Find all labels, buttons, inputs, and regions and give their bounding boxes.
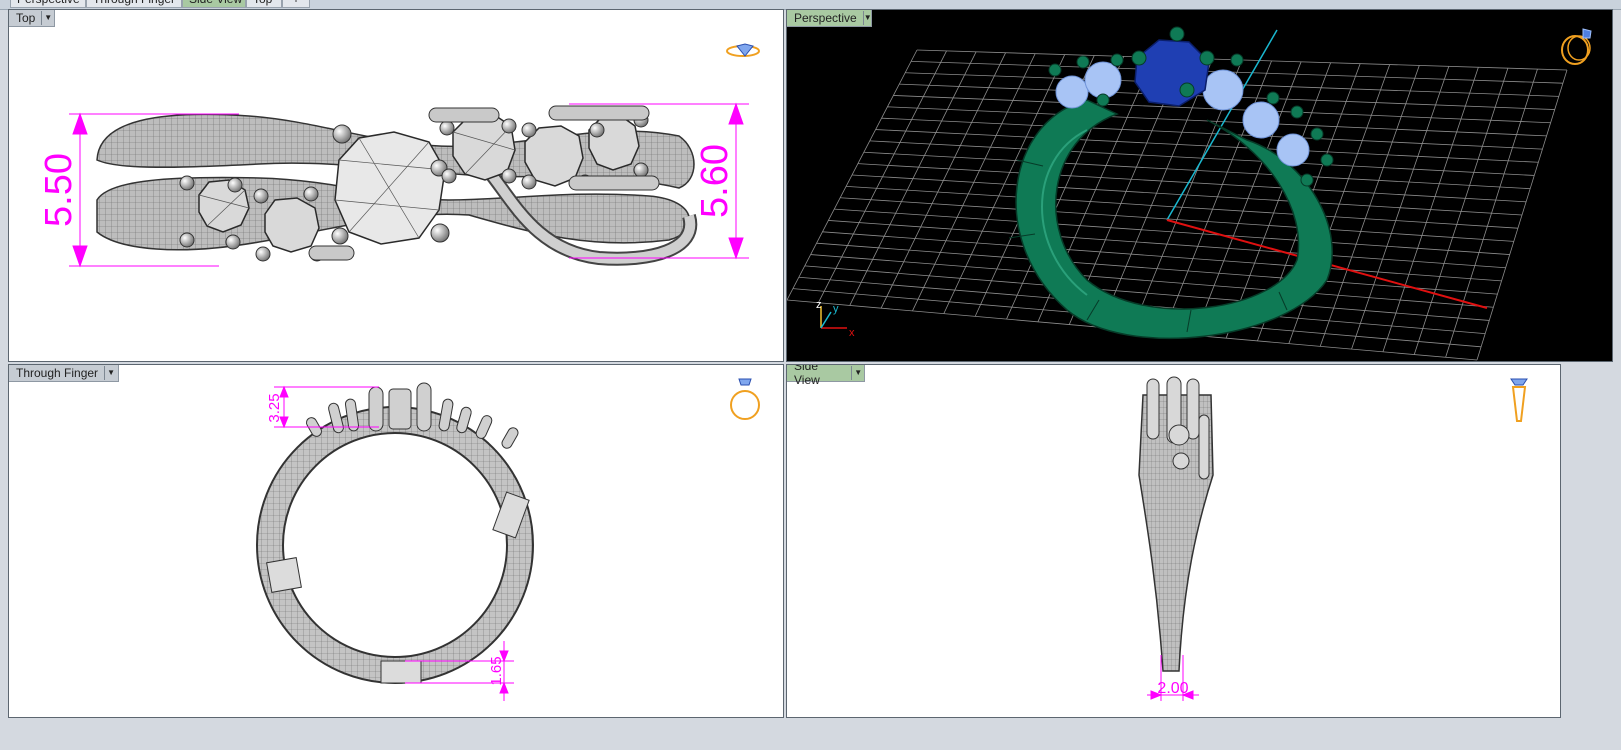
add-tab-button[interactable]: + <box>282 0 310 8</box>
dimension-3-25: 3.25 <box>266 393 283 422</box>
dimension-1-65: 1.65 <box>488 656 505 685</box>
tab-perspective[interactable]: Perspective <box>10 0 86 8</box>
viewport-title-text: Through Finger <box>16 366 99 380</box>
grid-line <box>816 242 1498 295</box>
viewport-title-perspective[interactable]: Perspective ▼ <box>787 10 872 27</box>
grid-line <box>834 208 1510 255</box>
dimension-2-00: 2.00 <box>1157 680 1188 697</box>
tab-through-finger[interactable]: Through Finger <box>86 0 182 8</box>
tab-top[interactable]: Top <box>246 0 282 8</box>
top-view-drawing: 5.50 5.60 <box>38 102 749 268</box>
grid-line <box>1413 68 1509 355</box>
through-finger-drawing: 3.25 1.65 <box>256 382 534 701</box>
grid-line <box>1382 67 1479 352</box>
grid-line <box>1351 66 1450 350</box>
side-view-drawing: 2.00 <box>1138 376 1214 701</box>
viewport-title-through-finger[interactable]: Through Finger ▼ <box>9 365 119 382</box>
viewport-title-side-view[interactable]: Side View ▼ <box>787 365 865 387</box>
viewport-menu-dropdown-icon[interactable]: ▼ <box>851 366 864 380</box>
viewport-side-view[interactable]: Side View ▼ 2.00 <box>786 364 1561 718</box>
viewport-title-top[interactable]: Top ▼ <box>9 10 55 27</box>
viewport-menu-dropdown-icon[interactable]: ▼ <box>41 11 54 25</box>
grid-line <box>840 197 1514 242</box>
viewport-perspective[interactable]: Perspective ▼ z y x <box>786 9 1613 362</box>
axis-y-label: y <box>833 303 839 315</box>
viewport-top[interactable]: Top ▼ 5.50 5.60 <box>8 9 784 362</box>
grid-line <box>822 231 1502 282</box>
dimension-5-50: 5.50 <box>38 153 80 227</box>
axis-z-label: z <box>816 299 822 311</box>
viewport-through-finger[interactable]: Through Finger ▼ 3.25 1.65 <box>8 364 784 718</box>
viewport-menu-dropdown-icon[interactable]: ▼ <box>862 11 872 25</box>
viewport-title-text: Perspective <box>794 11 857 25</box>
dimension-5-60: 5.60 <box>694 144 736 218</box>
viewport-menu-dropdown-icon[interactable]: ▼ <box>104 366 117 380</box>
tab-side-view[interactable]: Side View <box>182 0 246 8</box>
perspective-drawing: z y x <box>787 26 1568 361</box>
grid-line <box>851 174 1523 216</box>
axis-x-label: x <box>849 327 855 339</box>
viewport-title-text: Top <box>16 11 36 25</box>
viewport-title-text: Side View <box>794 364 820 387</box>
grid-line <box>1319 65 1420 347</box>
grid-line <box>1476 69 1568 361</box>
grid-line <box>828 220 1506 269</box>
